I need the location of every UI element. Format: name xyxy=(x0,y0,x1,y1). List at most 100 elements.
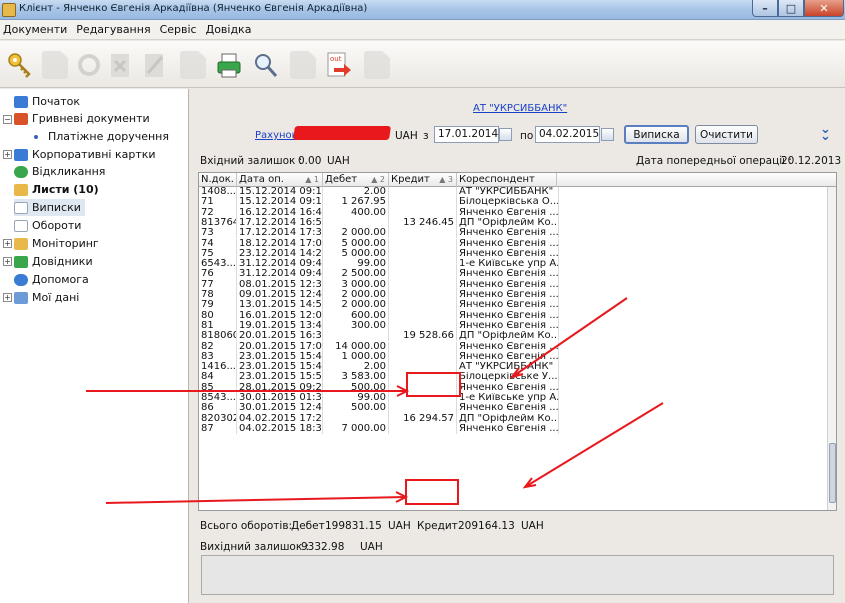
printer-icon[interactable] xyxy=(216,51,242,79)
table-row[interactable]: 76 31.12.2014 09:49 2 500.00 Янченко Євгені… xyxy=(199,269,829,280)
nav-item-statements[interactable]: Виписки xyxy=(14,199,85,216)
table-header: N.док. Дата оп. ▲ 1 Дебет ▲ 2 Кредит ▲ 3 Ко… xyxy=(199,173,836,187)
column-date[interactable]: Дата оп. ▲ 1 xyxy=(237,173,323,187)
nav-item-monitoring[interactable]: Моніторинг xyxy=(14,235,99,252)
closing-balance-label: Вихідний залишок : xyxy=(200,541,310,553)
table-row[interactable]: 820302 04.02.2015 17:21 16 294.57 ДП "Оріфл… xyxy=(199,413,829,424)
menu-help[interactable]: Довідка xyxy=(206,23,252,36)
bank-name-link[interactable]: АТ "УКРСИББАНК" xyxy=(473,103,567,114)
nav-item-turnover[interactable]: Обороти xyxy=(14,217,81,234)
table-row[interactable]: 71 15.12.2014 09:12 1 267.95 Білоцерківська… xyxy=(199,197,829,208)
cell-correspondent: Білоцерківська О... xyxy=(459,197,559,208)
scrollbar-thumb[interactable] xyxy=(829,443,836,503)
cell-correspondent: АТ "УКРСИББАНК" xyxy=(457,187,559,198)
nav-item-directories[interactable]: Довідники xyxy=(14,253,93,270)
nav-item-start[interactable]: Початок xyxy=(14,93,80,110)
closing-balance-currency: UAH xyxy=(360,541,383,553)
export-out-icon[interactable]: out xyxy=(326,51,352,79)
table-row[interactable]: 80 16.01.2015 12:02 600.00 Янченко Євгенія … xyxy=(199,310,829,321)
table-row[interactable]: 82 20.01.2015 17:00 14 000.00 Янченко Євген… xyxy=(199,341,829,352)
nav-item-label: Листи (10) xyxy=(32,183,99,196)
cell-debit: 600.00 xyxy=(323,310,389,321)
table-row[interactable]: 1408... 15.12.2014 09:11 2.00 АТ "УКРСИББАН… xyxy=(199,187,829,198)
close-button[interactable]: ✕ xyxy=(804,0,844,17)
table-row[interactable]: 6543... 31.12.2014 09:40 99.00 1-е Київське… xyxy=(199,259,829,270)
export-out-label: out xyxy=(330,55,342,63)
cell-doc-number: 75 xyxy=(199,248,237,260)
cell-doc-number: 813764 xyxy=(201,217,237,229)
table-row[interactable]: 78 09.01.2015 12:46 2 000.00 Янченко Євгені… xyxy=(199,290,829,301)
table-row[interactable]: 87 04.02.2015 18:39 7 000.00 Янченко Євгені… xyxy=(199,423,829,435)
expand-toggle[interactable]: + xyxy=(3,257,12,266)
collapse-chevron-icon[interactable]: ⌄ ⌄ xyxy=(820,123,831,143)
cell-doc-number: 80 xyxy=(199,310,237,321)
document-icon[interactable] xyxy=(290,51,316,79)
date-from-input[interactable]: 17.01.2014 xyxy=(434,126,499,143)
nav-item-payment-order[interactable]: Платіжне доручення xyxy=(34,128,169,145)
table-row[interactable]: 818060 20.01.2015 16:30 19 528.66 ДП "Оріфл… xyxy=(199,331,829,342)
expand-toggle[interactable]: + xyxy=(3,239,12,248)
menu-edit[interactable]: Редагування xyxy=(76,23,150,36)
collapse-toggle[interactable]: − xyxy=(3,115,12,124)
account-link[interactable]: Рахунок xyxy=(255,130,298,141)
statement-button[interactable]: Виписка xyxy=(624,125,689,144)
search-icon[interactable] xyxy=(252,51,278,79)
table-row[interactable]: 79 13.01.2015 14:50 2 000.00 Янченко Євгені… xyxy=(199,300,829,311)
copy-icon[interactable] xyxy=(180,51,206,79)
opening-balance-currency: UAH xyxy=(327,155,350,167)
expand-toggle[interactable]: + xyxy=(3,150,12,159)
cell-credit: 19 528.66 xyxy=(389,331,457,342)
column-credit[interactable]: Кредит ▲ 3 xyxy=(389,173,457,187)
nav-item-revoke[interactable]: Відкликання xyxy=(14,163,105,180)
cell-date: 04.02.2015 17:21 xyxy=(239,413,323,424)
document-icon[interactable] xyxy=(42,51,68,79)
cell-debit: 2 500.00 xyxy=(323,269,389,280)
clear-button[interactable]: Очистити xyxy=(695,125,758,144)
cell-correspondent: Янченко Євгенія ... xyxy=(459,279,559,290)
cell-date: 09.01.2015 12:46 xyxy=(239,290,323,301)
column-debit[interactable]: Дебет ▲ 2 xyxy=(323,173,389,187)
minimize-button[interactable]: – xyxy=(752,0,778,17)
calendar-icon[interactable] xyxy=(499,128,512,141)
cell-credit xyxy=(389,341,457,352)
table-row[interactable]: 73 17.12.2014 17:33 2 000.00 Янченко Євгені… xyxy=(199,228,829,239)
key-icon[interactable] xyxy=(6,51,32,79)
nav-item-my-data[interactable]: Мої дані xyxy=(14,289,79,306)
nav-item-uah-documents[interactable]: Гривневі документи xyxy=(14,110,150,127)
table-row[interactable]: 85 28.01.2015 09:23 500.00 Янченко Євгенія … xyxy=(199,382,829,393)
vertical-scrollbar[interactable] xyxy=(827,187,836,510)
edit-icon[interactable] xyxy=(142,51,168,79)
cell-debit: 1 267.95 xyxy=(323,197,389,208)
expand-toggle[interactable]: + xyxy=(3,293,12,302)
cell-debit: 14 000.00 xyxy=(323,341,389,352)
table-row[interactable]: 86 30.01.2015 12:44 500.00 Янченко Євгенія … xyxy=(199,403,829,414)
table-row[interactable]: 75 23.12.2014 14:27 5 000.00 Янченко Євгені… xyxy=(199,248,829,260)
refresh-icon[interactable] xyxy=(76,51,102,79)
cell-debit: 5 000.00 xyxy=(323,248,389,260)
previous-operation-date: 20.12.2013 xyxy=(781,155,842,167)
nav-item-letters[interactable]: Листи (10) xyxy=(14,181,99,198)
date-to-input[interactable]: 04.02.2015 xyxy=(535,126,600,143)
menu-documents[interactable]: Документи xyxy=(3,23,67,36)
table-row[interactable]: 84 23.01.2015 15:50 3 583.00 Білоцерківське… xyxy=(199,372,829,383)
calendar-icon[interactable] xyxy=(601,128,614,141)
table-row[interactable]: 1416... 23.01.2015 15:48 2.00 АТ "УКРСИББАН… xyxy=(199,362,829,373)
table-row[interactable]: 72 16.12.2014 16:42 400.00 Янченко Євгенія … xyxy=(199,207,829,218)
cell-debit xyxy=(323,331,389,342)
column-doc-number[interactable]: N.док. xyxy=(199,173,237,187)
table-row[interactable]: 813764 17.12.2014 16:56 13 246.45 ДП "Оріфл… xyxy=(199,217,829,229)
column-correspondent[interactable]: Кореспондент xyxy=(457,173,557,187)
delete-icon[interactable] xyxy=(108,51,134,79)
nav-item-help[interactable]: Допомога xyxy=(14,271,89,288)
cell-correspondent: ДП "Оріфлейм Ко... xyxy=(459,217,559,229)
nav-item-label: Початок xyxy=(32,95,81,108)
menu-service[interactable]: Сервіс xyxy=(160,23,197,36)
table-row[interactable]: 81 19.01.2015 13:49 300.00 Янченко Євгенія … xyxy=(199,320,829,332)
maximize-button[interactable]: □ xyxy=(778,0,804,17)
nav-item-corporate-cards[interactable]: Корпоративні картки xyxy=(14,146,156,163)
table-row[interactable]: 83 23.01.2015 15:40 1 000.00 Янченко Євгені… xyxy=(199,351,829,363)
document-icon[interactable] xyxy=(364,51,390,79)
table-row[interactable]: 74 18.12.2014 17:09 5 000.00 Янченко Євгені… xyxy=(199,238,829,249)
table-row[interactable]: 77 08.01.2015 12:33 3 000.00 Янченко Євгені… xyxy=(199,279,829,290)
table-row[interactable]: 8543... 30.01.2015 01:31 99.00 1-е Київське… xyxy=(199,393,829,404)
